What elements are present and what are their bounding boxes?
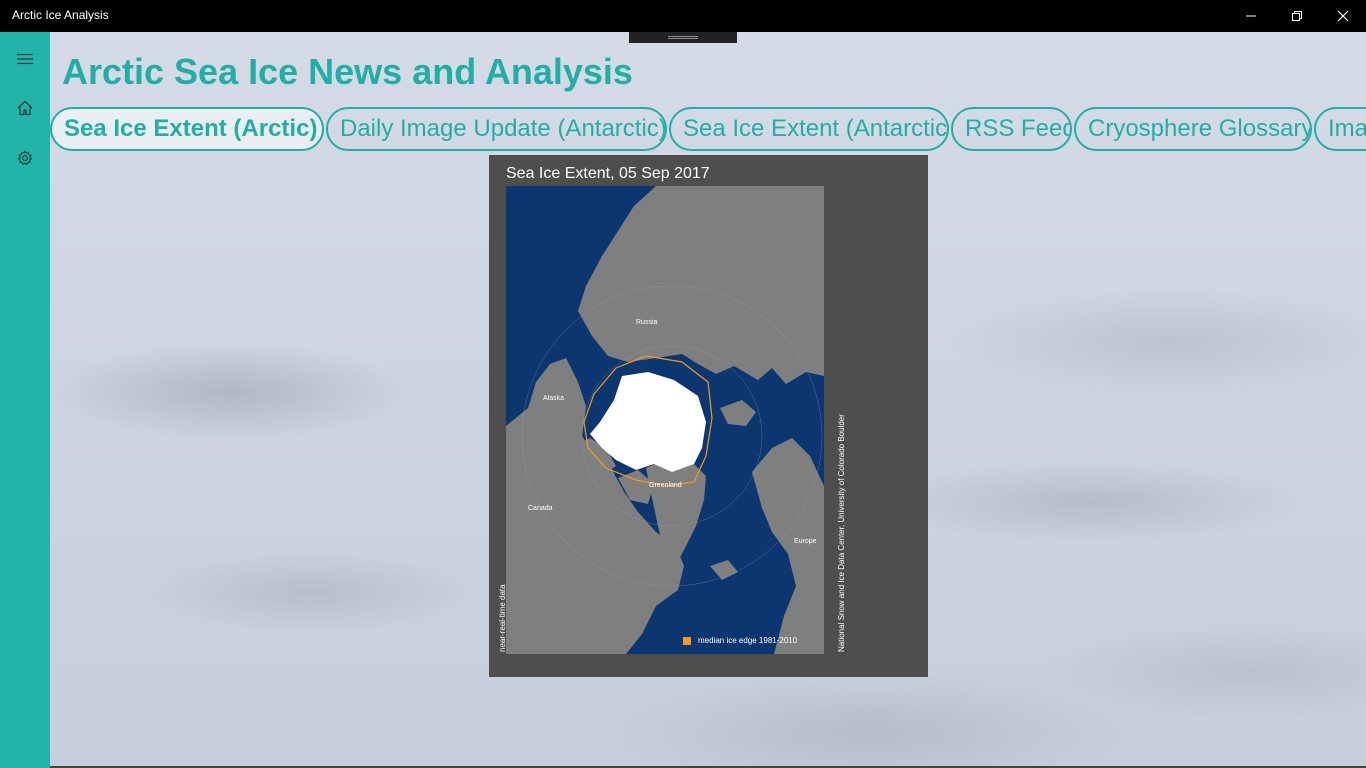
map-label-canada: Canada xyxy=(528,505,553,512)
drag-handle[interactable] xyxy=(629,32,737,43)
restore-button[interactable] xyxy=(1274,0,1320,32)
land-russia xyxy=(578,186,824,384)
tab-rss-feed[interactable]: RSS Feed xyxy=(951,107,1072,151)
minimize-button[interactable] xyxy=(1228,0,1274,32)
map-label-russia: Russia xyxy=(636,319,658,326)
close-button[interactable] xyxy=(1320,0,1366,32)
title-bar: Arctic Ice Analysis xyxy=(0,0,1366,32)
sidebar xyxy=(0,32,50,768)
near-real-time-label: near-real-time data xyxy=(498,584,507,652)
restore-icon xyxy=(1292,11,1302,21)
home-icon xyxy=(17,100,33,116)
page-title: Arctic Sea Ice News and Analysis xyxy=(62,51,633,92)
minimize-icon xyxy=(1246,15,1256,17)
map-legend: median ice edge 1981-2010 xyxy=(683,636,797,645)
land-iceland xyxy=(710,560,738,580)
map-label-alaska: Alaska xyxy=(543,395,565,402)
arctic-map: Russia Alaska Greenland Canada Europe me… xyxy=(506,186,824,654)
legend-swatch xyxy=(683,636,691,645)
map-label-europe: Europe xyxy=(794,538,817,545)
arctic-map-graphic xyxy=(506,186,824,654)
main-content: Arctic Sea Ice News and Analysis Sea Ice… xyxy=(50,32,1366,768)
home-button[interactable] xyxy=(0,83,50,133)
land-europe xyxy=(752,438,824,654)
map-title: Sea Ice Extent, 05 Sep 2017 xyxy=(506,165,710,182)
tab-sea-ice-extent-arctic[interactable]: Sea Ice Extent (Arctic) xyxy=(50,107,324,151)
tab-images[interactable]: Ima xyxy=(1314,107,1366,151)
app-title: Arctic Ice Analysis xyxy=(12,8,109,22)
sea-ice-extent-image: Sea Ice Extent, 05 Sep 2017 Russia Alask… xyxy=(489,155,928,677)
tab-daily-image-update-antarctic[interactable]: Daily Image Update (Antarctic) xyxy=(326,107,667,151)
hamburger-menu-icon xyxy=(17,53,33,65)
tab-sea-ice-extent-antarctic[interactable]: Sea Ice Extent (Antarctic) xyxy=(669,107,949,151)
close-icon xyxy=(1337,10,1349,22)
nsidc-credit-label: National Snow and Ice Data Center, Unive… xyxy=(837,414,846,652)
land-svalbard xyxy=(720,400,756,426)
gear-icon xyxy=(17,150,33,165)
legend-label: median ice edge 1981-2010 xyxy=(698,636,798,645)
map-label-greenland: Greenland xyxy=(649,482,682,489)
tab-cryosphere-glossary[interactable]: Cryosphere Glossary xyxy=(1074,107,1312,151)
menu-button[interactable] xyxy=(0,34,50,84)
settings-button[interactable] xyxy=(0,133,50,183)
